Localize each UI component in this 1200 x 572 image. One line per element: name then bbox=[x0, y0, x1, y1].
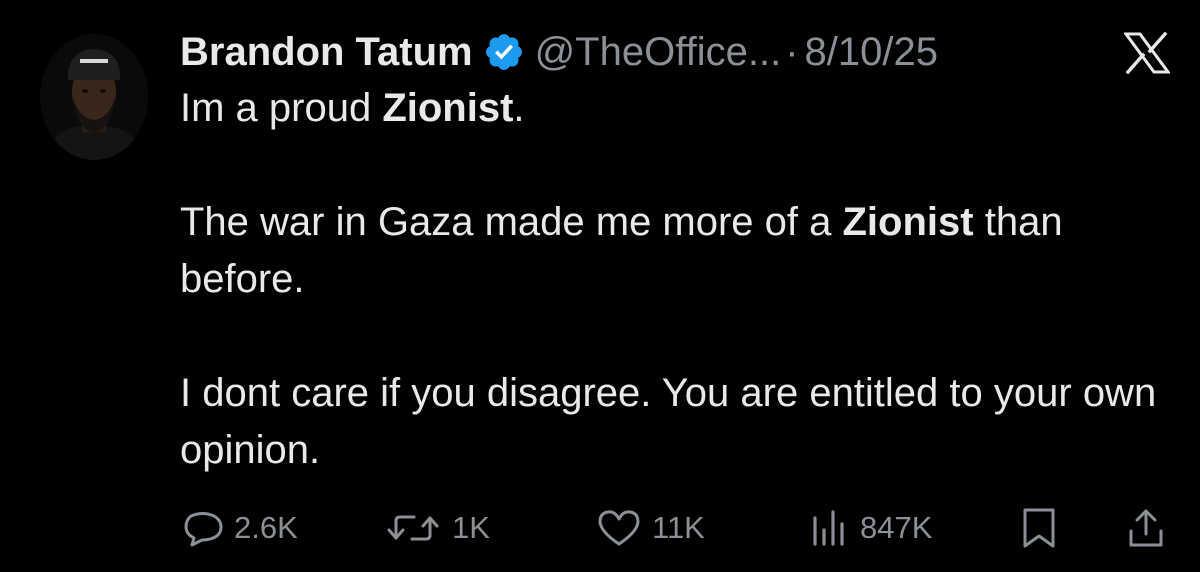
tweet-header: Brandon Tatum @TheOffice... · 8/10/25 bbox=[180, 24, 938, 80]
separator-dot: · bbox=[785, 30, 799, 74]
reply-button[interactable]: 2.6K bbox=[182, 500, 298, 556]
action-bar: 2.6K 1K 11K 847K bbox=[0, 500, 1200, 556]
share-button[interactable] bbox=[1126, 500, 1166, 556]
bookmark-button[interactable] bbox=[1020, 500, 1058, 556]
author-handle[interactable]: @TheOffice... bbox=[535, 24, 782, 80]
author-name[interactable]: Brandon Tatum bbox=[180, 24, 473, 80]
text-run: Im a proud bbox=[180, 86, 383, 130]
bold-word: Zionist bbox=[382, 86, 514, 130]
repost-count: 1K bbox=[452, 510, 490, 545]
bookmark-icon bbox=[1020, 507, 1058, 549]
reply-count: 2.6K bbox=[234, 510, 298, 545]
view-count: 847K bbox=[860, 510, 933, 545]
tweet-paragraph: The war in Gaza made me more of a Zionis… bbox=[180, 194, 1170, 308]
text-run: The war in Gaza made me more of a bbox=[180, 200, 843, 244]
reply-icon bbox=[182, 508, 224, 548]
text-run: . bbox=[513, 86, 525, 130]
tweet-paragraph: I dont care if you disagree. You are ent… bbox=[180, 365, 1170, 479]
tweet-paragraph: Im a proud Zionist. bbox=[180, 80, 1170, 137]
repost-button[interactable]: 1K bbox=[384, 500, 490, 556]
verified-badge-icon bbox=[483, 31, 525, 73]
text-run: I dont care if you disagree. You are ent… bbox=[180, 371, 1157, 472]
avatar[interactable] bbox=[40, 34, 148, 160]
like-icon bbox=[596, 508, 642, 548]
tweet-card: Brandon Tatum @TheOffice... · 8/10/25 Im… bbox=[0, 0, 1200, 572]
bold-word: Zionist bbox=[842, 200, 974, 244]
repost-icon bbox=[384, 508, 442, 548]
like-count: 11K bbox=[652, 510, 705, 545]
like-button[interactable]: 11K bbox=[596, 500, 705, 556]
tweet-text: Im a proud Zionist. The war in Gaza made… bbox=[180, 80, 1170, 479]
x-logo-icon[interactable] bbox=[1123, 31, 1171, 75]
views-icon bbox=[808, 508, 850, 548]
tweet-date[interactable]: 8/10/25 bbox=[805, 24, 938, 80]
share-icon bbox=[1126, 507, 1166, 549]
views-button[interactable]: 847K bbox=[808, 500, 932, 556]
